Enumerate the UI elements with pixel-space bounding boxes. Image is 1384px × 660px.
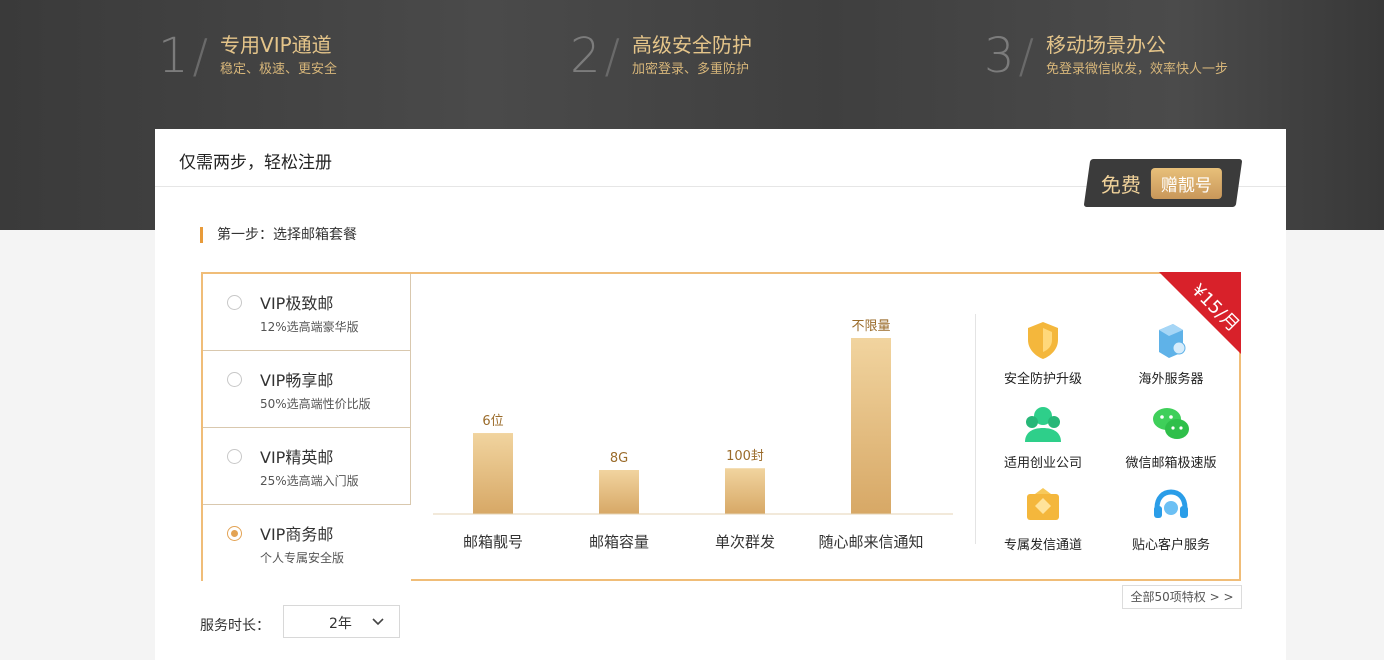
bar-0 bbox=[473, 433, 513, 514]
feature-title: 专用VIP通道 bbox=[220, 33, 332, 57]
feature-customer-service: 贴心客户服务 bbox=[1111, 484, 1231, 553]
feature-3: 3 / 移动场景办公 免登录微信收发，效率快人一步 bbox=[984, 30, 1228, 82]
package-selector: VIP极致邮 12%选高端豪华版 VIP畅享邮 50%选高端性价比版 VIP精英… bbox=[201, 272, 1241, 582]
feature-subtitle: 免登录微信收发，效率快人一步 bbox=[1046, 62, 1229, 77]
badge-free-text: 免费 bbox=[1101, 172, 1141, 197]
plan-feature-chart: 6位邮箱靓号 8G 邮箱容量 100封单次群发 不限量随心邮来信通知 bbox=[413, 274, 973, 579]
plan-subtitle: 25%选高端入门版 bbox=[260, 474, 359, 488]
duration-value: 2年 bbox=[329, 616, 352, 632]
category-label-2: 单次群发 bbox=[715, 533, 775, 551]
bar-3 bbox=[851, 338, 891, 514]
data-label-0: 6位 bbox=[482, 414, 503, 429]
bar-1 bbox=[599, 470, 639, 514]
headset-icon bbox=[1154, 489, 1188, 518]
feature-slash: / bbox=[192, 29, 209, 83]
radio-button[interactable] bbox=[227, 372, 242, 387]
chevron-down-icon bbox=[372, 618, 384, 626]
price-ribbon: ¥15/月 bbox=[1159, 272, 1241, 354]
feature-label: 贴心客户服务 bbox=[1131, 538, 1210, 553]
feature-title: 高级安全防护 bbox=[632, 33, 753, 57]
shield-icon bbox=[1028, 322, 1058, 359]
feature-label: 微信邮箱极速版 bbox=[1125, 456, 1217, 471]
feature-wechat: 微信邮箱极速版 bbox=[1111, 402, 1231, 471]
data-label-3: 不限量 bbox=[851, 319, 890, 334]
plan-name: VIP极致邮 bbox=[260, 294, 334, 313]
feature-label: 适用创业公司 bbox=[1003, 456, 1082, 471]
duration-label: 服务时长： bbox=[200, 618, 270, 634]
step-one-heading: 第一步：选择邮箱套餐 bbox=[200, 227, 357, 243]
wechat-icon bbox=[1153, 408, 1189, 439]
plan-option-ultimate[interactable]: VIP极致邮 12%选高端豪华版 bbox=[203, 274, 411, 351]
plan-option-elite[interactable]: VIP精英邮 25%选高端入门版 bbox=[203, 428, 411, 505]
feature-title: 移动场景办公 bbox=[1046, 33, 1167, 57]
feature-label: 安全防护升级 bbox=[1003, 372, 1082, 387]
radio-button[interactable] bbox=[227, 295, 242, 310]
category-label-3: 随心邮来信通知 bbox=[818, 533, 923, 551]
plan-option-business[interactable]: VIP商务邮 个人专属安全版 bbox=[203, 505, 411, 582]
card-title: 仅需两步，轻松注册 bbox=[179, 153, 332, 173]
feature-subtitle: 加密登录、多重防护 bbox=[632, 62, 750, 77]
card-header: 仅需两步，轻松注册 免费 赠靓号 bbox=[155, 129, 1286, 207]
feature-mail-channel: 专属发信通道 bbox=[983, 484, 1103, 553]
feature-2: 2 / 高级安全防护 加密登录、多重防护 bbox=[570, 30, 752, 82]
plan-option-enjoy[interactable]: VIP畅享邮 50%选高端性价比版 bbox=[203, 351, 411, 428]
plan-name: VIP畅享邮 bbox=[260, 371, 334, 390]
team-icon bbox=[1025, 407, 1061, 442]
divider bbox=[975, 314, 976, 544]
registration-card: 仅需两步，轻松注册 免费 赠靓号 第一步：选择邮箱套餐 VIP极致邮 12%选高… bbox=[155, 129, 1286, 660]
category-label-0: 邮箱靓号 bbox=[463, 533, 523, 551]
radio-button[interactable] bbox=[227, 449, 242, 464]
feature-slash: / bbox=[604, 29, 621, 83]
feature-subtitle: 稳定、极速、更安全 bbox=[220, 62, 338, 77]
badge-nice-text: 赠靓号 bbox=[1151, 167, 1222, 199]
plan-list: VIP极致邮 12%选高端豪华版 VIP畅享邮 50%选高端性价比版 VIP精英… bbox=[203, 274, 411, 582]
feature-label: 专属发信通道 bbox=[1003, 538, 1082, 553]
category-label-1: 邮箱容量 bbox=[589, 533, 649, 551]
plan-subtitle: 50%选高端性价比版 bbox=[260, 397, 371, 411]
all-privileges-link[interactable]: 全部50项特权 > > bbox=[1122, 585, 1242, 609]
feature-number: 3 bbox=[984, 28, 1015, 84]
free-nice-number-badge[interactable]: 免费 赠靓号 bbox=[1083, 159, 1243, 207]
feature-number: 1 bbox=[158, 28, 189, 84]
bar-2 bbox=[725, 468, 765, 514]
data-label-2: 100封 bbox=[726, 449, 764, 464]
data-label-1: 8G bbox=[610, 451, 628, 466]
plan-subtitle: 12%选高端豪华版 bbox=[260, 320, 359, 334]
plan-subtitle: 个人专属安全版 bbox=[260, 551, 345, 565]
feature-startup: 适用创业公司 bbox=[983, 402, 1103, 471]
feature-1: 1 / 专用VIP通道 稳定、极速、更安全 bbox=[158, 30, 337, 82]
radio-button-selected[interactable] bbox=[227, 526, 242, 541]
feature-label: 海外服务器 bbox=[1138, 372, 1204, 387]
feature-number: 2 bbox=[570, 28, 601, 84]
bar-chart: 6位邮箱靓号 8G 邮箱容量 100封单次群发 不限量随心邮来信通知 bbox=[433, 319, 953, 551]
plan-name: VIP精英邮 bbox=[260, 448, 334, 467]
mail-channel-icon bbox=[1027, 488, 1059, 520]
duration-select[interactable]: 2年 bbox=[283, 605, 400, 638]
feature-security: 安全防护升级 bbox=[983, 318, 1103, 387]
feature-slash: / bbox=[1018, 29, 1035, 83]
plan-name: VIP商务邮 bbox=[260, 525, 334, 544]
